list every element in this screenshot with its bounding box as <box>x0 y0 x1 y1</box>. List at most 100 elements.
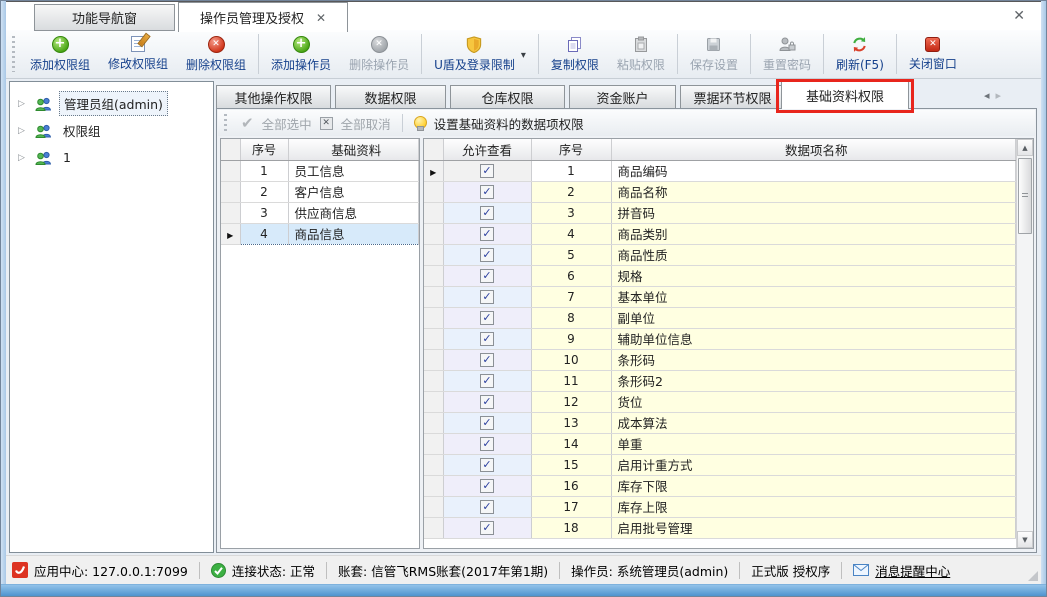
add-operator-button[interactable]: 添加操作员 <box>262 33 340 76</box>
delete-operator-button[interactable]: 删除操作员 <box>340 33 418 76</box>
allow-view-checkbox[interactable]: ✓ <box>480 332 494 346</box>
scroll-up-button[interactable]: ▲ <box>1017 139 1033 156</box>
table-row[interactable]: ▶ ✓ 18 启用批号管理 <box>424 517 1016 538</box>
table-row[interactable]: ▶ 1 员工信息 <box>221 160 419 181</box>
row-number: 7 <box>531 286 611 307</box>
allow-view-checkbox[interactable]: ✓ <box>480 248 494 262</box>
toolbar-grip <box>12 36 15 72</box>
row-name: 条形码 <box>611 349 1016 370</box>
current-row-arrow: ▶ <box>430 168 436 177</box>
allow-view-checkbox[interactable]: ✓ <box>480 311 494 325</box>
allow-view-checkbox[interactable]: ✓ <box>480 416 494 430</box>
table-row[interactable]: ▶ ✓ 16 库存下限 <box>424 475 1016 496</box>
column-header-data-item-name[interactable]: 数据项名称 <box>611 139 1016 160</box>
allow-view-checkbox[interactable]: ✓ <box>480 227 494 241</box>
table-row[interactable]: ▶ ✓ 6 规格 <box>424 265 1016 286</box>
table-row[interactable]: ▶ 2 客户信息 <box>221 181 419 202</box>
save-settings-button[interactable]: 保存设置 <box>681 33 747 76</box>
add-circle-icon <box>52 36 69 53</box>
table-row[interactable]: ▶ ✓ 8 副单位 <box>424 307 1016 328</box>
allow-view-checkbox[interactable]: ✓ <box>480 206 494 220</box>
allow-view-cell: ✓ <box>443 202 531 223</box>
tree-item-permission-group[interactable]: ▷ 权限组 <box>10 117 213 144</box>
row-name: 客户信息 <box>288 181 419 202</box>
allow-view-checkbox[interactable]: ✓ <box>480 290 494 304</box>
scroll-left-icon[interactable]: ◂ <box>984 89 996 102</box>
allow-view-checkbox[interactable]: ✓ <box>480 521 494 535</box>
table-row[interactable]: ▶ ✓ 11 条形码2 <box>424 370 1016 391</box>
select-all-button[interactable]: 全部选中 <box>262 114 312 133</box>
column-header-allow-view[interactable]: 允许查看 <box>443 139 531 160</box>
table-row[interactable]: ▶ 3 供应商信息 <box>221 202 419 223</box>
row-number: 3 <box>531 202 611 223</box>
allow-view-checkbox[interactable]: ✓ <box>480 395 494 409</box>
allow-view-checkbox[interactable]: ✓ <box>480 185 494 199</box>
reset-password-button[interactable]: 重置密码 <box>754 33 820 76</box>
allow-view-cell: ✓ <box>443 307 531 328</box>
tree-item-admin-group[interactable]: ▷ 管理员组(admin) <box>10 90 213 117</box>
tab-close-icon[interactable]: ✕ <box>316 11 326 25</box>
tab-function-nav[interactable]: 功能导航窗 <box>34 4 175 31</box>
ushield-login-limit-button[interactable]: U盾及登录限制 <box>425 33 535 76</box>
window-close-icon[interactable]: ✕ <box>1013 9 1025 23</box>
column-header-basic-data[interactable]: 基础资料 <box>288 139 419 160</box>
allow-view-checkbox[interactable]: ✓ <box>480 479 494 493</box>
tab-bill-stage-permission[interactable]: 票据环节权限 <box>680 85 785 109</box>
table-row[interactable]: ▶ ✓ 14 单重 <box>424 433 1016 454</box>
allow-view-checkbox[interactable]: ✓ <box>480 269 494 283</box>
column-header-no[interactable]: 序号 <box>531 139 611 160</box>
expander-icon[interactable]: ▷ <box>18 153 28 163</box>
resize-grip[interactable] <box>1028 571 1038 581</box>
tab-warehouse-permission[interactable]: 仓库权限 <box>450 85 565 109</box>
table-row[interactable]: ▶ ✓ 15 启用计重方式 <box>424 454 1016 475</box>
scroll-down-button[interactable]: ▼ <box>1017 531 1033 548</box>
tab-data-permission[interactable]: 数据权限 <box>335 85 446 109</box>
table-row[interactable]: ▶ ✓ 17 库存上限 <box>424 496 1016 517</box>
table-row[interactable]: ▶ ✓ 10 条形码 <box>424 349 1016 370</box>
scroll-right-icon[interactable]: ▸ <box>995 89 1007 102</box>
table-row[interactable]: ▶ ✓ 9 辅助单位信息 <box>424 328 1016 349</box>
message-center-link[interactable]: 消息提醒中心 <box>853 561 950 580</box>
expander-icon[interactable]: ▷ <box>18 126 28 136</box>
chevron-down-icon[interactable] <box>521 47 526 61</box>
table-row[interactable]: ▶ ✓ 3 拼音码 <box>424 202 1016 223</box>
allow-view-checkbox[interactable]: ✓ <box>480 353 494 367</box>
tab-operator-management[interactable]: 操作员管理及授权 ✕ <box>178 2 348 32</box>
tab-label: 功能导航窗 <box>72 8 137 27</box>
add-permission-group-button[interactable]: 添加权限组 <box>21 33 99 76</box>
window-left-border <box>1 1 6 596</box>
allow-view-checkbox[interactable]: ✓ <box>480 164 494 178</box>
tab-basic-data-permission[interactable]: 基础资料权限 <box>781 81 909 109</box>
tab-fund-account[interactable]: 资金账户 <box>569 85 676 109</box>
close-window-button[interactable]: 关闭窗口 <box>900 34 966 75</box>
delete-permission-group-button[interactable]: 删除权限组 <box>177 33 255 76</box>
table-row[interactable]: ▶ ✓ 1 商品编码 <box>424 160 1016 181</box>
allow-view-checkbox[interactable]: ✓ <box>480 500 494 514</box>
shield-icon <box>466 36 482 53</box>
paste-permission-button[interactable]: 粘贴权限 <box>608 33 674 76</box>
tab-other-operation-permission[interactable]: 其他操作权限 <box>216 85 331 109</box>
tab-label: 基础资料权限 <box>806 86 884 105</box>
table-row[interactable]: ▶ ✓ 13 成本算法 <box>424 412 1016 433</box>
table-row[interactable]: ▶ 4 商品信息 <box>221 223 419 244</box>
status-separator <box>841 562 842 579</box>
table-row[interactable]: ▶ ✓ 7 基本单位 <box>424 286 1016 307</box>
column-header-no[interactable]: 序号 <box>240 139 288 160</box>
table-row[interactable]: ▶ ✓ 12 货位 <box>424 391 1016 412</box>
table-row[interactable]: ▶ ✓ 2 商品名称 <box>424 181 1016 202</box>
table-row[interactable]: ▶ ✓ 5 商品性质 <box>424 244 1016 265</box>
allow-view-checkbox[interactable]: ✓ <box>480 437 494 451</box>
vertical-scrollbar[interactable]: ▲ ▼ <box>1016 139 1033 548</box>
table-row[interactable]: ▶ ✓ 4 商品类别 <box>424 223 1016 244</box>
edit-permission-group-button[interactable]: 修改权限组 <box>99 33 177 75</box>
permission-tabstrip: 其他操作权限 数据权限 仓库权限 资金账户 票据环节权限 基础资料权限 ◂▸ <box>216 81 1037 109</box>
expander-icon[interactable]: ▷ <box>18 99 28 109</box>
refresh-button[interactable]: 刷新(F5) <box>827 33 893 76</box>
copy-permission-button[interactable]: 复制权限 <box>542 33 608 76</box>
deselect-all-button[interactable]: 全部取消 <box>341 114 391 133</box>
allow-view-checkbox[interactable]: ✓ <box>480 374 494 388</box>
tree-item-1[interactable]: ▷ 1 <box>10 144 213 171</box>
scrollbar-thumb[interactable] <box>1018 158 1032 234</box>
allow-view-checkbox[interactable]: ✓ <box>480 458 494 472</box>
tab-scroll-arrows[interactable]: ◂▸ <box>984 89 1007 102</box>
